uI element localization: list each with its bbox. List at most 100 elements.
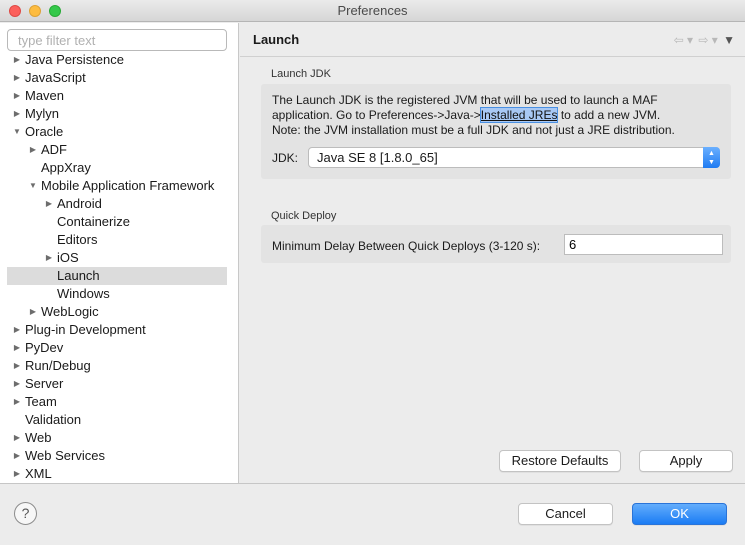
expand-arrow-icon[interactable]: ▶: [12, 393, 22, 411]
description-line: The Launch JDK is the registered JVM tha…: [272, 93, 658, 107]
restore-defaults-button[interactable]: Restore Defaults: [499, 450, 621, 472]
expand-arrow-icon[interactable]: ▶: [44, 249, 54, 267]
forward-icon[interactable]: ⇨ ▾: [698, 33, 717, 47]
tree-item[interactable]: Windows: [7, 285, 227, 303]
tree-item-label: JavaScript: [25, 70, 86, 85]
tree-item[interactable]: ▶ Web: [7, 429, 227, 447]
tree-item-label: Plug-in Development: [25, 322, 146, 337]
jdk-selected-value: Java SE 8 [1.8.0_65]: [317, 150, 438, 165]
tree-item[interactable]: AppXray: [7, 159, 227, 177]
tree-item[interactable]: ▼ Oracle: [7, 123, 227, 141]
expand-arrow-icon[interactable]: ▶: [44, 195, 54, 213]
tree-item-label: XML: [25, 466, 52, 481]
jdk-select[interactable]: Java SE 8 [1.8.0_65] ▲ ▼: [308, 147, 720, 168]
tree-item[interactable]: Launch: [7, 267, 227, 285]
page-title: Launch: [253, 32, 300, 47]
title-bar: Preferences: [0, 0, 745, 22]
tree-item-label: ADF: [41, 142, 67, 157]
expand-arrow-icon[interactable]: ▶: [12, 51, 22, 69]
description-text: application. Go to Preferences->Java->: [272, 108, 481, 122]
tree-item[interactable]: ▶ WebLogic: [7, 303, 227, 321]
select-updown-icon: ▲ ▼: [703, 147, 720, 168]
tree-item[interactable]: ▶ Android: [7, 195, 227, 213]
tree-item[interactable]: ▶ Java Persistence: [7, 51, 227, 69]
tree-item[interactable]: ▶ iOS: [7, 249, 227, 267]
description-line: application. Go to Preferences->Java->In…: [272, 107, 722, 123]
tree-item-label: Launch: [57, 268, 100, 283]
expand-arrow-icon[interactable]: ▶: [12, 429, 22, 447]
collapse-arrow-icon[interactable]: ▼: [28, 177, 38, 195]
expand-arrow-icon[interactable]: ▶: [12, 357, 22, 375]
tree-item-label: Validation: [25, 412, 82, 427]
expand-arrow-icon[interactable]: ▶: [12, 465, 22, 483]
expand-arrow-icon[interactable]: ▶: [12, 105, 22, 123]
expand-arrow-icon[interactable]: ▶: [12, 339, 22, 357]
description-line: Note: the JVM installation must be a ful…: [272, 123, 675, 137]
tree-item-label: Containerize: [57, 214, 130, 229]
tree-item-label: Maven: [25, 88, 65, 103]
tree-item-label: PyDev: [25, 340, 64, 355]
launch-jdk-group-title: Launch JDK: [271, 68, 331, 80]
minimize-window-button[interactable]: [29, 5, 41, 17]
tree-item-label: Oracle: [25, 124, 64, 139]
tree-item-label: Run/Debug: [25, 358, 91, 373]
delay-label: Minimum Delay Between Quick Deploys (3-1…: [272, 239, 541, 253]
collapse-arrow-icon[interactable]: ▼: [12, 123, 22, 141]
expand-arrow-icon[interactable]: ▶: [28, 141, 38, 159]
tree-item-label: Editors: [57, 232, 98, 247]
tree-item[interactable]: ▶ Plug-in Development: [7, 321, 227, 339]
tree-item-label: AppXray: [41, 160, 91, 175]
tree-item[interactable]: Editors: [7, 231, 227, 249]
tree-item-label: Web Services: [25, 448, 105, 463]
help-icon[interactable]: ?: [14, 502, 37, 525]
history-nav: ⇦ ▾ ⇨ ▾ ▼: [672, 33, 735, 47]
tree-item[interactable]: Validation: [7, 411, 227, 429]
cancel-button[interactable]: Cancel: [518, 503, 613, 525]
filter-input[interactable]: [7, 29, 227, 51]
expand-arrow-icon[interactable]: ▶: [12, 87, 22, 105]
divider: [0, 483, 745, 484]
launch-jdk-description: The Launch JDK is the registered JVM tha…: [272, 93, 722, 138]
expand-arrow-icon[interactable]: ▶: [28, 303, 38, 321]
tree-item-label: iOS: [57, 250, 79, 265]
description-text: to add a new JVM.: [557, 108, 661, 122]
back-icon[interactable]: ⇦ ▾: [674, 33, 693, 47]
expand-arrow-icon[interactable]: ▶: [12, 375, 22, 393]
tree-item[interactable]: ▶ ADF: [7, 141, 227, 159]
tree-item-label: Android: [57, 196, 102, 211]
tree-item[interactable]: ▶ Team: [7, 393, 227, 411]
delay-input[interactable]: [564, 234, 723, 255]
close-window-button[interactable]: [9, 5, 21, 17]
apply-button[interactable]: Apply: [639, 450, 733, 472]
tree-item[interactable]: ▼ Mobile Application Framework: [7, 177, 227, 195]
window-title: Preferences: [337, 3, 408, 18]
tree-item[interactable]: ▶ Server: [7, 375, 227, 393]
tree-item[interactable]: ▶ Mylyn: [7, 105, 227, 123]
tree-item[interactable]: ▶ JavaScript: [7, 69, 227, 87]
installed-jres-link[interactable]: Installed JREs: [479, 107, 559, 123]
tree-item-label: Mylyn: [25, 106, 59, 121]
tree-item[interactable]: Containerize: [7, 213, 227, 231]
view-menu-icon[interactable]: ▼: [723, 33, 735, 47]
tree-item-label: Windows: [57, 286, 110, 301]
expand-arrow-icon[interactable]: ▶: [12, 321, 22, 339]
page-header: Launch ⇦ ▾ ⇨ ▾ ▼: [240, 23, 745, 57]
expand-arrow-icon[interactable]: ▶: [12, 447, 22, 465]
tree-item-label: WebLogic: [41, 304, 99, 319]
tree-item[interactable]: ▶ PyDev: [7, 339, 227, 357]
tree-item[interactable]: ▶ Run/Debug: [7, 357, 227, 375]
expand-arrow-icon[interactable]: ▶: [12, 69, 22, 87]
tree-item-label: Java Persistence: [25, 52, 124, 67]
tree-item[interactable]: ▶ Maven: [7, 87, 227, 105]
tree-item-label: Mobile Application Framework: [41, 178, 215, 193]
tree-item[interactable]: ▶ Web Services: [7, 447, 227, 465]
tree-item[interactable]: ▶ XML: [7, 465, 227, 483]
tree-item-label: Web: [25, 430, 52, 445]
tree-item-label: Team: [25, 394, 57, 409]
maximize-window-button[interactable]: [49, 5, 61, 17]
jdk-label: JDK:: [272, 151, 299, 165]
tree-item-label: Server: [25, 376, 64, 391]
preference-tree-pane: ▶Java Persistence▶JavaScript▶Maven▶Mylyn…: [0, 23, 239, 483]
quick-deploy-group-title: Quick Deploy: [271, 210, 337, 222]
ok-button[interactable]: OK: [632, 503, 727, 525]
